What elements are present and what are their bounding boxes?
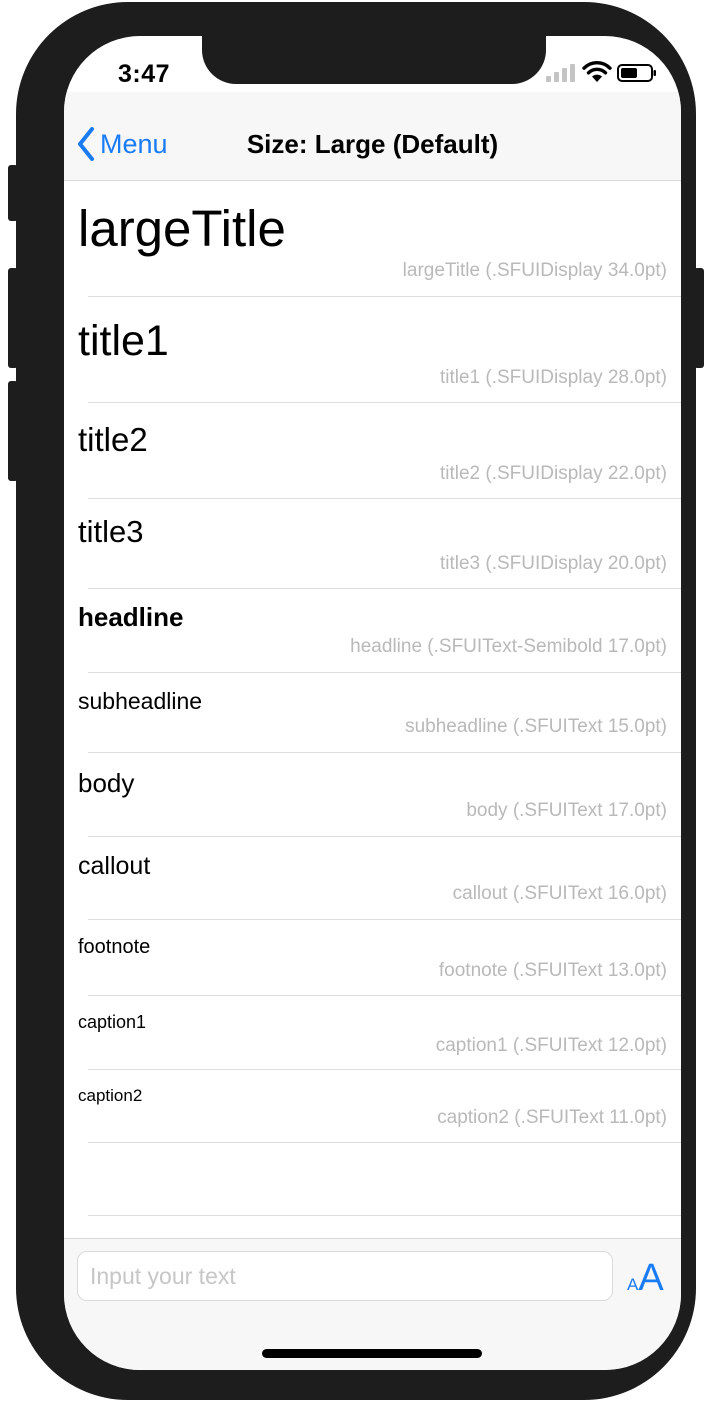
list-item-title2[interactable]: title2 title2 (.SFUIDisplay 22.0pt) (78, 403, 681, 499)
style-detail: subheadline (.SFUIText 15.0pt) (405, 716, 667, 737)
style-detail: caption1 (.SFUIText 12.0pt) (435, 1035, 667, 1056)
style-detail: callout (.SFUIText 16.0pt) (452, 883, 667, 904)
style-sample: headline (78, 602, 184, 632)
style-detail: caption2 (.SFUIText 11.0pt) (437, 1107, 667, 1128)
battery-icon (617, 64, 656, 82)
font-size-large-label: A (638, 1257, 664, 1299)
cellular-signal-icon (546, 64, 576, 82)
list-item-callout[interactable]: callout callout (.SFUIText 16.0pt) (78, 837, 681, 920)
style-sample: callout (78, 852, 151, 880)
style-detail: largeTitle (.SFUIDisplay 34.0pt) (402, 260, 667, 281)
style-sample: largeTitle (78, 200, 286, 257)
style-detail: body (.SFUIText 17.0pt) (466, 800, 667, 821)
text-input[interactable] (77, 1251, 613, 1301)
style-detail: title2 (.SFUIDisplay 22.0pt) (439, 463, 667, 484)
font-size-button[interactable]: AA (627, 1257, 664, 1301)
status-time: 3:47 (118, 60, 171, 88)
screen: 3:47 Menu Size: Large (Default) largeTit… (64, 36, 681, 1370)
style-sample: body (78, 768, 135, 798)
style-sample: subheadline (78, 688, 203, 714)
text-style-list: largeTitle largeTitle (.SFUIDisplay 34.0… (64, 181, 681, 1216)
list-item-caption1[interactable]: caption1 caption1 (.SFUIText 12.0pt) (78, 996, 681, 1070)
list-item-body[interactable]: body body (.SFUIText 17.0pt) (78, 753, 681, 837)
list-item-footnote[interactable]: footnote footnote (.SFUIText 13.0pt) (78, 920, 681, 996)
style-sample: title1 (78, 317, 169, 365)
list-item-title1[interactable]: title1 title1 (.SFUIDisplay 28.0pt) (78, 297, 681, 403)
list-item-subheadline[interactable]: subheadline subheadline (.SFUIText 15.0p… (78, 673, 681, 753)
style-sample: caption1 (78, 1012, 147, 1032)
style-sample: title2 (78, 421, 148, 458)
input-toolbar: AA (64, 1238, 681, 1370)
style-sample: caption2 (78, 1086, 143, 1105)
style-detail: title3 (.SFUIDisplay 20.0pt) (439, 553, 667, 574)
style-detail: title1 (.SFUIDisplay 28.0pt) (439, 367, 667, 388)
home-indicator (262, 1349, 482, 1358)
list-item-largetitle[interactable]: largeTitle largeTitle (.SFUIDisplay 34.0… (78, 181, 681, 297)
style-sample: footnote (78, 936, 151, 958)
navigation-bar: Menu Size: Large (Default) (64, 92, 681, 181)
font-size-small-label: A (627, 1275, 639, 1294)
phone-frame: 3:47 Menu Size: Large (Default) largeTit… (16, 2, 696, 1400)
list-item-caption2[interactable]: caption2 caption2 (.SFUIText 11.0pt) (78, 1070, 681, 1143)
list-item-empty (88, 1143, 681, 1216)
style-sample: title3 (78, 514, 144, 549)
style-detail: headline (.SFUIText-Semibold 17.0pt) (350, 636, 667, 657)
wifi-icon (582, 61, 612, 82)
list-item-title3[interactable]: title3 title3 (.SFUIDisplay 20.0pt) (78, 499, 681, 589)
style-detail: footnote (.SFUIText 13.0pt) (438, 960, 667, 981)
list-item-headline[interactable]: headline headline (.SFUIText-Semibold 17… (78, 589, 681, 673)
notch (202, 36, 546, 84)
page-title: Size: Large (Default) (246, 129, 499, 159)
